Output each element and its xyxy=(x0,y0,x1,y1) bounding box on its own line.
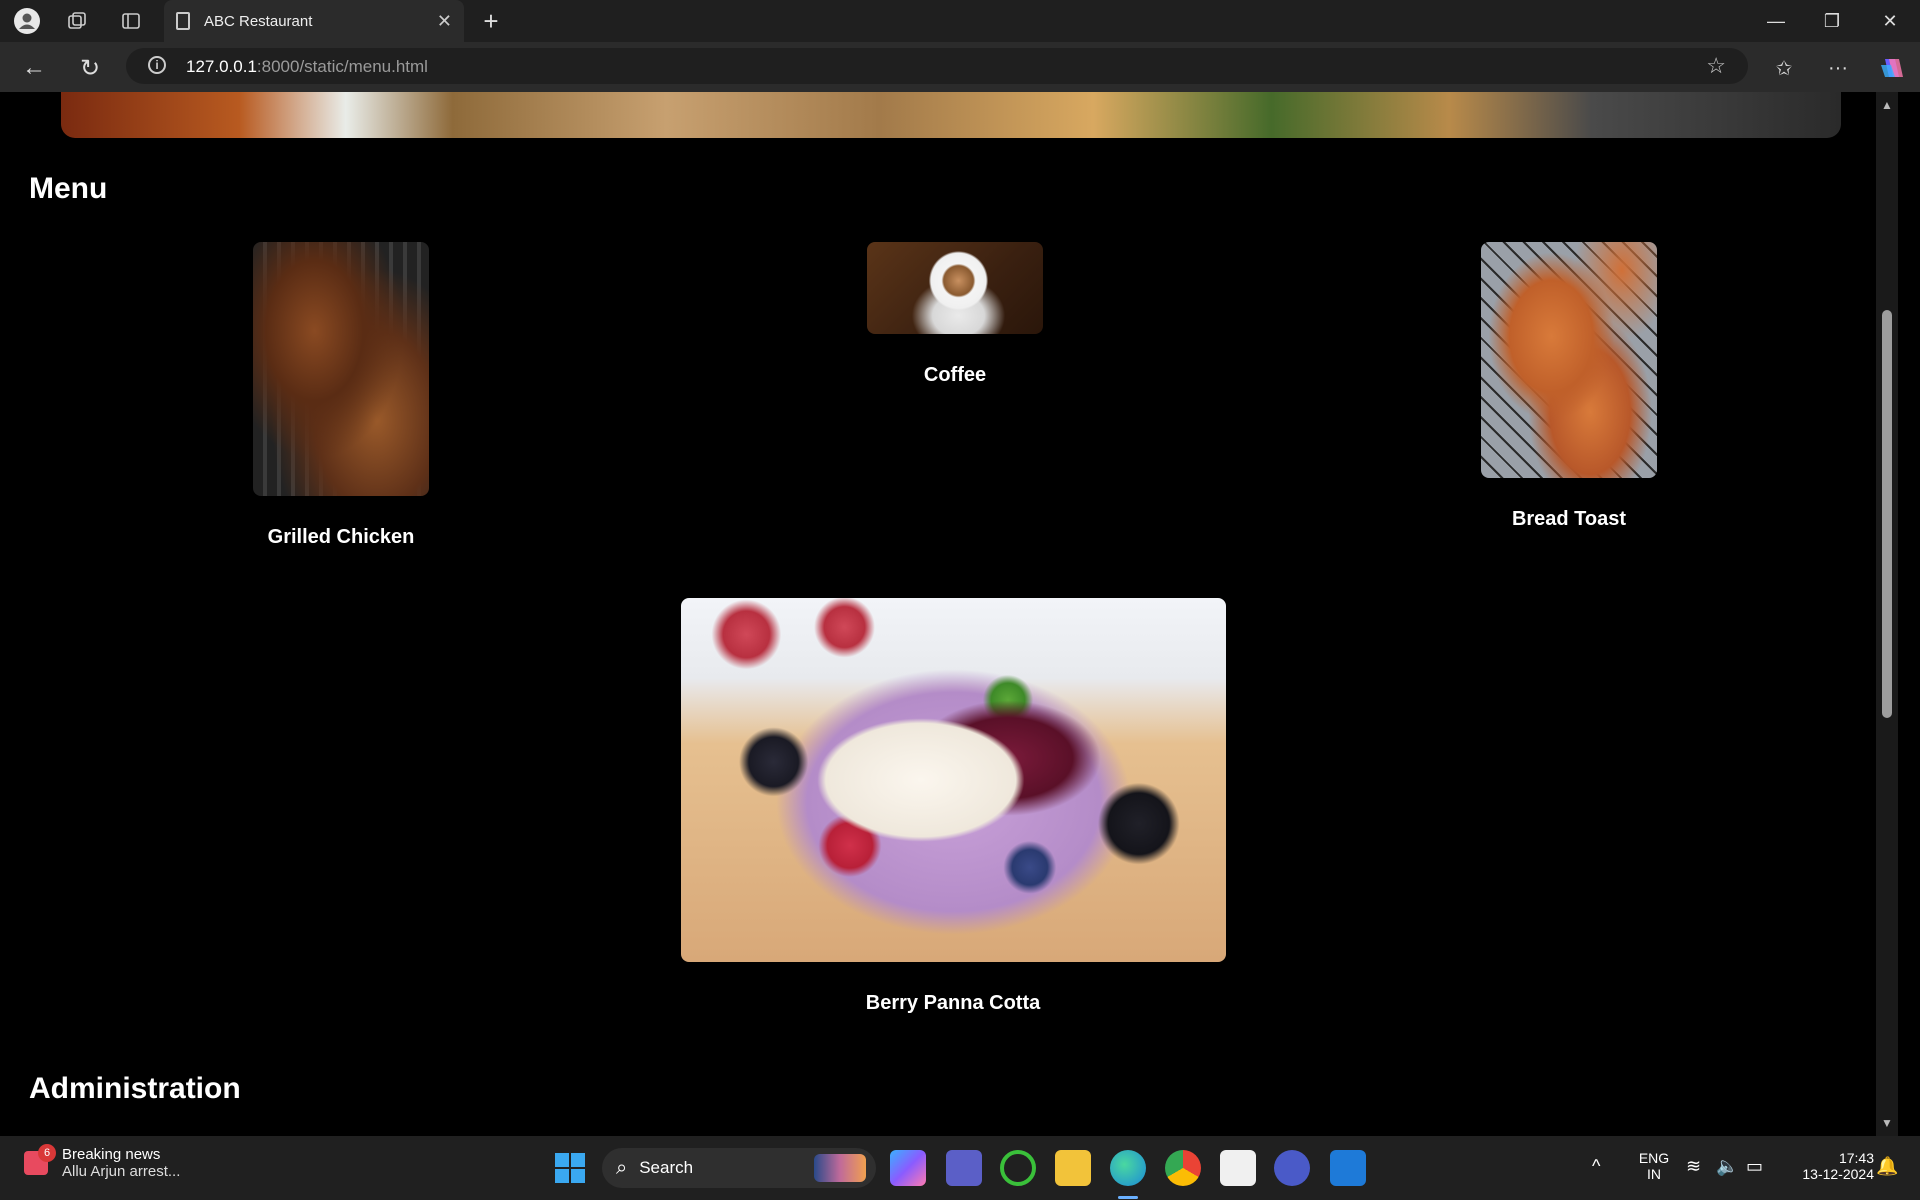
language-indicator[interactable]: ENG IN xyxy=(1634,1150,1674,1182)
menu-item-coffee[interactable]: Coffee xyxy=(855,242,1055,387)
chrome-icon[interactable] xyxy=(1165,1150,1201,1186)
taskbar-search-box[interactable]: ⌕ Search xyxy=(602,1148,876,1188)
wifi-icon[interactable]: ≋ xyxy=(1686,1156,1701,1177)
search-highlight-icon xyxy=(814,1154,866,1182)
menu-item-grilled-chicken[interactable]: Grilled Chicken xyxy=(241,242,441,549)
page-icon xyxy=(176,12,190,30)
news-title: Breaking news xyxy=(62,1146,161,1163)
tab-title: ABC Restaurant xyxy=(204,12,313,30)
notification-bell-icon[interactable]: 🔔 xyxy=(1876,1156,1898,1177)
administration-heading: Administration xyxy=(29,1072,241,1105)
news-count-badge: 6 xyxy=(38,1144,56,1162)
battery-icon[interactable]: ▭ xyxy=(1746,1156,1763,1177)
url-path: :8000/static/menu.html xyxy=(256,57,428,76)
site-info-icon[interactable]: i xyxy=(148,56,166,74)
tab-close-icon[interactable]: ✕ xyxy=(437,11,452,32)
volume-icon[interactable]: 🔈 xyxy=(1716,1156,1738,1177)
favorite-star-icon[interactable]: ☆ xyxy=(1706,53,1726,79)
restore-button[interactable]: ❐ xyxy=(1812,6,1852,36)
clock-time: 17:43 xyxy=(1838,1150,1874,1166)
address-bar[interactable]: i 127.0.0.1:8000/static/menu.html ☆ xyxy=(126,48,1748,84)
browser-tab[interactable]: ABC Restaurant ✕ xyxy=(164,0,464,42)
grilled-chicken-image xyxy=(253,242,429,496)
new-tab-button[interactable]: + xyxy=(478,6,504,36)
search-label: Search xyxy=(639,1158,694,1177)
language-bottom: IN xyxy=(1647,1166,1661,1182)
browser-titlebar: ABC Restaurant ✕ + — ❐ ✕ xyxy=(0,0,1920,42)
windows-taskbar: 6 Breaking news Allu Arjun arrest... ⌕ S… xyxy=(0,1136,1920,1200)
menu-item-label: Bread Toast xyxy=(1511,508,1627,530)
page-content: Menu Grilled Chicken Coffee Bread Toast … xyxy=(5,92,1898,1136)
copilot-icon[interactable] xyxy=(1876,52,1908,84)
profile-icon[interactable] xyxy=(14,8,40,34)
scroll-up-arrow-icon[interactable]: ▲ xyxy=(1881,98,1893,112)
scroll-down-arrow-icon[interactable]: ▼ xyxy=(1881,1116,1893,1130)
menu-item-label: Grilled Chicken xyxy=(267,526,415,548)
more-options-icon[interactable]: ··· xyxy=(1822,52,1854,84)
active-app-indicator xyxy=(1118,1196,1138,1199)
hero-banner-image xyxy=(61,92,1841,138)
refresh-button[interactable]: ↻ xyxy=(74,52,106,84)
address-toolbar: ← ↻ i 127.0.0.1:8000/static/menu.html ☆ … xyxy=(0,42,1920,92)
file-explorer-icon[interactable] xyxy=(1055,1150,1091,1186)
copilot-app-icon[interactable] xyxy=(890,1150,926,1186)
news-widget[interactable]: 6 Breaking news Allu Arjun arrest... xyxy=(24,1144,181,1180)
page-scrollbar[interactable]: ▲ ▼ xyxy=(1876,92,1898,1136)
language-top: ENG xyxy=(1638,1150,1670,1166)
tab-actions-icon[interactable] xyxy=(118,8,144,34)
berry-panna-cotta-image xyxy=(680,598,1226,962)
menu-item-label: Coffee xyxy=(923,364,987,386)
vscode-icon[interactable] xyxy=(1330,1150,1366,1186)
coffee-image xyxy=(867,242,1043,334)
back-button[interactable]: ← xyxy=(18,52,50,84)
teams-icon[interactable] xyxy=(946,1150,982,1186)
workspaces-icon[interactable] xyxy=(64,8,90,34)
news-subtitle: Allu Arjun arrest... xyxy=(62,1163,181,1180)
bread-toast-image xyxy=(1481,242,1657,478)
url-text: 127.0.0.1:8000/static/menu.html xyxy=(186,57,428,77)
scrollbar-thumb[interactable] xyxy=(1882,310,1892,718)
app-triangle-icon[interactable] xyxy=(1274,1150,1310,1186)
clock-date: 13-12-2024 xyxy=(1802,1166,1874,1182)
store-icon[interactable] xyxy=(1220,1150,1256,1186)
url-host: 127.0.0.1 xyxy=(186,57,257,76)
menu-item-label: Berry Panna Cotta xyxy=(865,992,1041,1014)
menu-item-berry-panna-cotta[interactable]: Berry Panna Cotta xyxy=(678,598,1228,1015)
menu-heading: Menu xyxy=(29,172,108,205)
minimize-button[interactable]: — xyxy=(1756,6,1796,36)
tray-overflow-icon[interactable]: ^ xyxy=(1592,1156,1600,1177)
search-icon: ⌕ xyxy=(616,1156,628,1179)
clock[interactable]: 17:43 13-12-2024 xyxy=(1784,1150,1874,1182)
window-close-button[interactable]: ✕ xyxy=(1870,6,1910,36)
favorites-icon[interactable]: ✩ xyxy=(1768,52,1800,84)
edge-browser-icon[interactable] xyxy=(1110,1150,1146,1186)
start-windows-icon[interactable] xyxy=(554,1152,586,1184)
refresh-app-icon[interactable] xyxy=(1000,1150,1036,1186)
menu-item-bread-toast[interactable]: Bread Toast xyxy=(1469,242,1669,531)
